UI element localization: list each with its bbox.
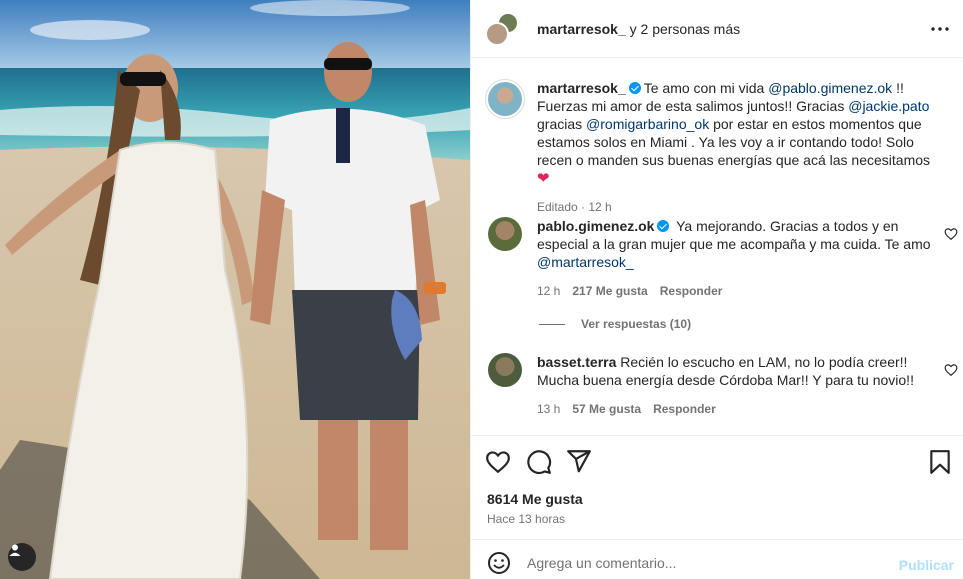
post-panel: martarresok_ y 2 personas más martarreso… [470, 0, 963, 579]
collab-avatars[interactable] [485, 11, 519, 46]
comment-likes[interactable]: 217 Me gusta [572, 284, 647, 298]
heart-icon[interactable] [485, 449, 511, 475]
post-actions: 8614 Me gusta Hace 13 horas [471, 435, 963, 539]
header-others[interactable]: y 2 personas más [630, 21, 741, 37]
post-header: martarresok_ y 2 personas más [471, 0, 963, 58]
comment: basset.terra Recién lo escucho en LAM, n… [485, 353, 945, 418]
avatar [485, 21, 509, 46]
heart-icon[interactable] [944, 227, 958, 241]
post-photo[interactable] [0, 0, 470, 579]
heart-icon[interactable] [944, 363, 958, 377]
comment-meta: 12 h 217 Me gusta Responder [537, 282, 937, 300]
like-count[interactable]: 8614 Me gusta [487, 491, 583, 507]
avatar[interactable] [488, 217, 522, 251]
heart-emoji: ❤ [537, 170, 550, 187]
caption-text: gracias [537, 116, 587, 132]
verified-icon [628, 82, 641, 94]
more-options-button[interactable] [928, 17, 952, 41]
comment-input[interactable] [527, 551, 887, 575]
beach-photo [0, 0, 470, 579]
view-replies-button[interactable]: Ver respuestas (10) [539, 317, 691, 331]
emoji-icon[interactable] [487, 551, 511, 575]
post-time[interactable]: Hace 13 horas [487, 512, 565, 526]
comment-icon[interactable] [526, 449, 552, 475]
caption-text: Te amo con mi vida [643, 80, 769, 96]
header-username[interactable]: martarresok_ [537, 21, 626, 37]
user-tag-icon [9, 544, 21, 556]
caption-meta: Editado · 12 h [537, 200, 612, 214]
comment-time[interactable]: 13 h [537, 402, 560, 416]
user-tag-button[interactable] [8, 543, 36, 571]
add-comment-bar: Publicar [471, 539, 963, 579]
header-names: martarresok_ y 2 personas más [537, 21, 740, 37]
reply-button[interactable]: Responder [660, 284, 723, 298]
divider [539, 323, 565, 325]
mention-link[interactable]: @martarresok_ [537, 254, 634, 270]
post-comment-button[interactable]: Publicar [899, 557, 954, 573]
share-icon[interactable] [566, 448, 592, 474]
comment-username[interactable]: basset.terra [537, 354, 616, 370]
reply-button[interactable]: Responder [653, 402, 716, 416]
edited-label: Editado [537, 200, 578, 214]
mention-link[interactable]: @pablo.gimenez.ok [768, 80, 892, 96]
bookmark-icon[interactable] [927, 449, 953, 475]
verified-icon [657, 220, 670, 232]
caption-time[interactable]: 12 h [588, 200, 611, 214]
more-icon [931, 27, 949, 31]
comment-time[interactable]: 12 h [537, 284, 560, 298]
avatar[interactable] [488, 353, 522, 387]
comments-list[interactable]: martarresok_ Te amo con mi vida @pablo.gi… [471, 59, 963, 435]
comment-username[interactable]: pablo.gimenez.ok [537, 218, 654, 234]
mention-link[interactable]: @jackie.pato [848, 98, 929, 114]
avatar[interactable] [485, 79, 525, 119]
comment-meta: 13 h 57 Me gusta Responder [537, 400, 937, 418]
view-replies-label: Ver respuestas (10) [581, 317, 692, 331]
mention-link[interactable]: @romigarbarino_ok [586, 116, 709, 132]
comment: pablo.gimenez.ok Ya mejorando. Gracias a… [485, 217, 945, 300]
caption: martarresok_ Te amo con mi vida @pablo.gi… [485, 79, 945, 216]
caption-username[interactable]: martarresok_ [537, 80, 626, 96]
comment-likes[interactable]: 57 Me gusta [572, 402, 641, 416]
